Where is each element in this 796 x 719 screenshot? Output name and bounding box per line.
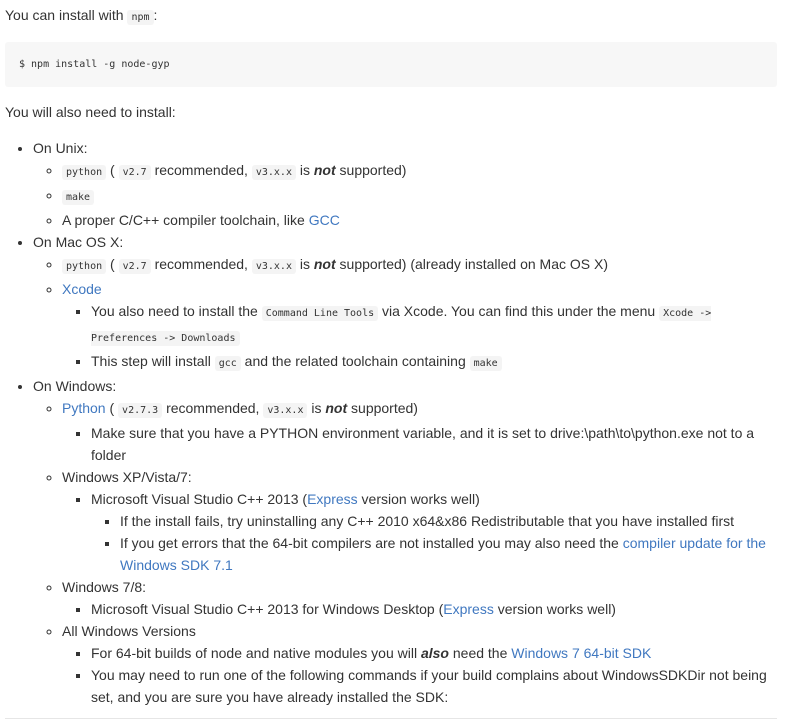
not-emphasis: not (313, 256, 336, 272)
version3-code: v3.x.x (263, 403, 308, 418)
is-text: is (299, 256, 310, 272)
not-emphasis: not (313, 162, 336, 178)
sdk-64bit-note: For 64-bit builds of node and native mod… (91, 642, 777, 664)
intro-paragraph: You can install with npm: (5, 4, 777, 29)
npm-code: npm (127, 10, 154, 25)
python-code: python (62, 165, 107, 180)
readme-content: You can install with npm: $ npm install … (0, 0, 777, 719)
python-code: python (62, 259, 107, 274)
unix-sublist: python ( v2.7 recommended, v3.x.x is not… (33, 159, 777, 231)
gcc-note-item: This step will install gcc and the relat… (91, 350, 777, 375)
express-link[interactable]: Express (307, 491, 358, 507)
windows-all-sublist: For 64-bit builds of node and native mod… (62, 642, 777, 708)
version3-code: v3.x.x (251, 165, 296, 180)
windows-label: On Windows: (33, 378, 117, 394)
windows-xp-sublist: Microsoft Visual Studio C++ 2013 (Expres… (62, 488, 777, 576)
version3-code: v3.x.x (251, 259, 296, 274)
redistributable-note: If the install fails, try uninstalling a… (120, 510, 777, 532)
requirements-list: On Unix: python ( v2.7 recommended, v3.x… (5, 137, 777, 708)
gcc-code: gcc (214, 356, 241, 371)
also-paragraph: You will also need to install: (5, 104, 176, 120)
list-item-mac: On Mac OS X: python ( v2.7 recommended, … (33, 231, 777, 375)
python-note-sublist: Make sure that you have a PYTHON environ… (62, 422, 777, 466)
intro-colon: : (153, 7, 158, 23)
msvc-desktop-post: version works well) (497, 601, 616, 617)
xcode-note-mid: via Xcode. You can find this under the m… (382, 303, 656, 319)
also-emphasis: also (420, 645, 449, 661)
windows-all-item: All Windows Versions For 64-bit builds o… (62, 620, 777, 708)
windows-78-item: Windows 7/8: Microsoft Visual Studio C++… (62, 576, 777, 620)
unix-python-item: python ( v2.7 recommended, v3.x.x is not… (62, 159, 777, 184)
make-code: make (62, 190, 95, 205)
python-link[interactable]: Python (62, 400, 106, 416)
unix-compiler-item: A proper C/C++ compiler toolchain, like … (62, 209, 777, 231)
need-the-text: need the (452, 645, 508, 661)
paren: ( (110, 256, 115, 272)
windows-sdk-link[interactable]: Windows 7 64-bit SDK (511, 645, 651, 661)
command-line-tools-code: Command Line Tools (261, 306, 379, 321)
express-link[interactable]: Express (443, 601, 494, 617)
unix-make-item: make (62, 184, 777, 209)
unix-label: On Unix: (33, 140, 88, 156)
intro-text: You can install with (5, 7, 124, 23)
windows-python-item: Python ( v2.7.3 recommended, v3.x.x is n… (62, 397, 777, 466)
is-text: is (311, 400, 322, 416)
python-env-note: Make sure that you have a PYTHON environ… (91, 422, 777, 466)
version-code: v2.7 (118, 165, 151, 180)
gcc-note-mid: and the related toolchain containing (244, 353, 466, 369)
msvc-post: version works well) (361, 491, 480, 507)
xcode-note-item: You also need to install the Command Lin… (91, 300, 777, 350)
gcc-link[interactable]: GCC (309, 212, 340, 228)
list-item-unix: On Unix: python ( v2.7 recommended, v3.x… (33, 137, 777, 231)
compiler-text: A proper C/C++ compiler toolchain, like (62, 212, 305, 228)
recommended-text: recommended, (154, 162, 248, 178)
supported-text: supported) (already installed on Mac OS … (339, 256, 608, 272)
install-code-block: $ npm install -g node-gyp (5, 42, 777, 87)
windows-78-sublist: Microsoft Visual Studio C++ 2013 for Win… (62, 598, 777, 620)
xcode-note-text: You also need to install the (91, 303, 258, 319)
msvc-item: Microsoft Visual Studio C++ 2013 (Expres… (91, 488, 777, 576)
msvc-notes: If the install fails, try uninstalling a… (91, 510, 777, 576)
gcc-note-text: This step will install (91, 353, 211, 369)
supported-text: supported) (339, 162, 407, 178)
msvc-text: Microsoft Visual Studio C++ 2013 ( (91, 491, 308, 507)
windows-xp-item: Windows XP/Vista/7: Microsoft Visual Stu… (62, 466, 777, 576)
not-emphasis: not (325, 400, 348, 416)
recommended-text: recommended, (166, 400, 260, 416)
sdk-update-note: If you get errors that the 64-bit compil… (120, 532, 777, 576)
msvc-desktop-text: Microsoft Visual Studio C++ 2013 for Win… (91, 601, 444, 617)
version-code: v2.7.3 (118, 403, 163, 418)
mac-python-item: python ( v2.7 recommended, v3.x.x is not… (62, 253, 777, 278)
windows-sublist: Python ( v2.7.3 recommended, v3.x.x is n… (33, 397, 777, 708)
msvc-desktop-item: Microsoft Visual Studio C++ 2013 for Win… (91, 598, 777, 620)
sdk-update-text: If you get errors that the 64-bit compil… (120, 535, 619, 551)
make-code: make (469, 356, 502, 371)
sdkdir-note: You may need to run one of the following… (91, 664, 777, 708)
recommended-text: recommended, (154, 256, 248, 272)
sdk-64bit-text: For 64-bit builds of node and native mod… (91, 645, 418, 661)
version-code: v2.7 (118, 259, 151, 274)
windows-all-label: All Windows Versions (62, 623, 196, 639)
xcode-link[interactable]: Xcode (62, 281, 102, 297)
windows-xp-label: Windows XP/Vista/7: (62, 469, 192, 485)
supported-text: supported) (351, 400, 418, 416)
is-text: is (299, 162, 310, 178)
list-item-windows: On Windows: Python ( v2.7.3 recommended,… (33, 375, 777, 708)
paren: ( (110, 162, 115, 178)
xcode-sublist: You also need to install the Command Lin… (62, 300, 777, 375)
paren: ( (109, 400, 115, 416)
mac-xcode-item: Xcode You also need to install the Comma… (62, 278, 777, 375)
mac-label: On Mac OS X: (33, 234, 124, 250)
mac-sublist: python ( v2.7 recommended, v3.x.x is not… (33, 253, 777, 375)
windows-78-label: Windows 7/8: (62, 579, 147, 595)
